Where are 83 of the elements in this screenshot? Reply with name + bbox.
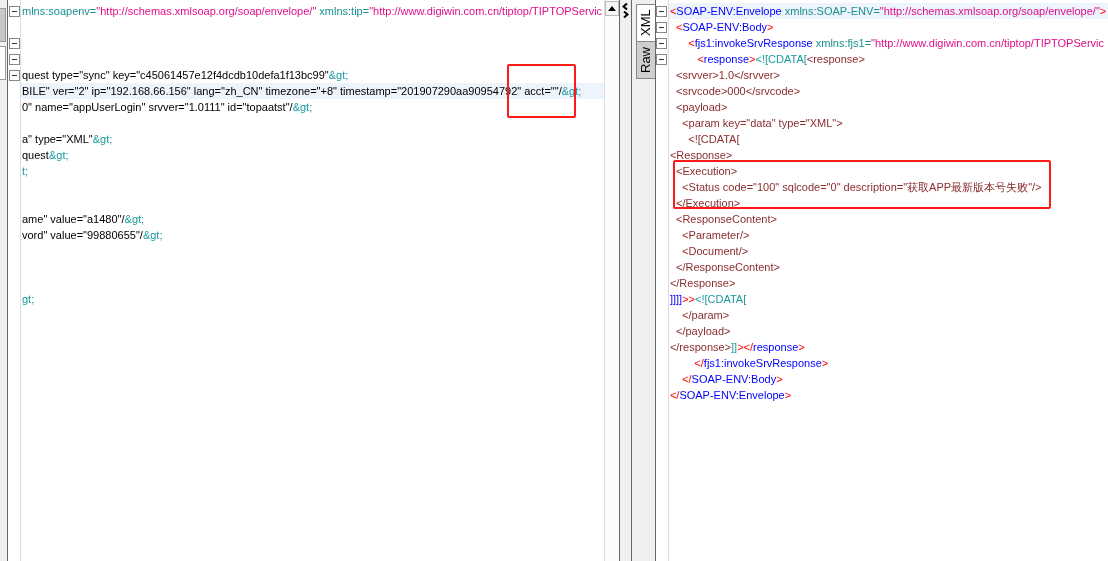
code-text: gt; [22, 293, 35, 305]
code-text: xmlns:tip= [318, 5, 370, 17]
code-text: </ [669, 389, 680, 401]
code-text: </ [681, 373, 692, 385]
code-text: < [687, 37, 695, 49]
code-text: &gt; [142, 229, 163, 241]
code-text: mlns:soapenv= [22, 5, 97, 17]
code-text: </Response> [669, 277, 736, 289]
code-text: <payload> [675, 101, 728, 113]
code-text: ]]]] [669, 293, 683, 305]
code-text: >> [682, 293, 695, 305]
code-text: fjs1:invokeSrvResponse [703, 357, 822, 369]
code-text: < [669, 5, 677, 17]
collapse-icon[interactable] [8, 69, 20, 81]
code-text: xmlns:fjs1= [814, 37, 872, 49]
code-text: "http://schemas.xmlsoap.org/soap/envelope/" [96, 5, 317, 17]
view-tab[interactable]: XML [635, 4, 655, 42]
code-text: < [696, 53, 704, 65]
collapse-icon[interactable] [656, 37, 668, 49]
code-text: ]] [731, 341, 738, 353]
code-text: 0" name="appUserLogin" srvver="1.0111" id="topaatst"/ [22, 101, 293, 113]
code-text: <Parameter/> [681, 229, 750, 241]
code-text: </Execution> [675, 197, 741, 209]
code-text: response [753, 341, 799, 353]
code-text: <ResponseContent> [675, 213, 777, 225]
code-text: SOAP-ENV:Body [682, 21, 767, 33]
collapse-icon[interactable] [656, 53, 668, 65]
code-text: < [675, 21, 683, 33]
code-text: </param> [681, 309, 730, 321]
collapse-left-icon[interactable] [621, 3, 629, 10]
code-text: vord" value="99880655"/ [22, 229, 143, 241]
code-text: > [798, 341, 805, 353]
code-text: &gt; [328, 69, 349, 81]
collapse-icon[interactable] [8, 53, 20, 65]
code-text: > [1099, 5, 1107, 17]
collapse-icon[interactable] [656, 5, 668, 17]
up-arrow-icon [607, 6, 616, 11]
code-text: > [776, 373, 783, 385]
code-text: <Response> [669, 149, 733, 161]
code-text: <Execution> [675, 165, 738, 177]
code-text: <![CDATA[ [695, 293, 747, 305]
code-text: > [749, 53, 756, 65]
code-text: t; [22, 165, 29, 177]
code-text: </ [693, 357, 704, 369]
code-text: response [703, 53, 750, 65]
code-text: "http://www.digiwin.com.cn/tiptop/TIPTOPServic [871, 37, 1104, 49]
code-text: ame" value="a1480"/ [22, 213, 125, 225]
code-text: <Status code="100" sqlcode="0" description="获取APP最新版本号失败"/> [681, 181, 1042, 193]
code-text: &gt; [124, 213, 145, 225]
code-text: </ResponseContent> [675, 261, 780, 273]
code-text: a" type="XML" [22, 133, 93, 145]
code-text: quest type="sync" key="c45061457e12f4dcdb10defa1f13bc99" [22, 69, 329, 81]
code-text: <Document/> [681, 245, 749, 257]
code-text: SOAP-ENV:Body [691, 373, 777, 385]
code-text: <srvcode>000</srvcode> [675, 85, 801, 97]
code-text: SOAP-ENV:Envelope [679, 389, 785, 401]
code-text: 2" acct=""/ [511, 85, 562, 97]
code-text: quest [22, 149, 49, 161]
collapse-icon[interactable] [8, 37, 20, 49]
code-text: SOAP-ENV:Envelope [676, 5, 782, 17]
expand-right-icon[interactable] [621, 11, 629, 18]
code-text: <param key="data" type="XML"> [681, 117, 843, 129]
code-text: > [821, 357, 829, 369]
code-text: > [784, 389, 792, 401]
collapse-icon[interactable] [8, 5, 20, 17]
code-text: &gt; [48, 149, 69, 161]
code-text: xmlns:SOAP-ENV= [783, 5, 880, 17]
scroll-up-button[interactable] [604, 1, 619, 16]
code-text: </response> [669, 341, 732, 353]
code-text: &gt; [92, 133, 113, 145]
code-text: "http://schemas.xmlsoap.org/soap/envelope/" [879, 5, 1100, 17]
code-text: > [767, 21, 774, 33]
code-text: <![CDATA[ [755, 53, 807, 65]
code-text: &gt; [292, 101, 313, 113]
code-text: fjs1:invokeSrvResponse [694, 37, 813, 49]
code-text: </payload> [675, 325, 731, 337]
collapse-icon[interactable] [656, 21, 668, 33]
code-text: ></ [737, 341, 754, 353]
code-text: <![CDATA[ [687, 133, 740, 145]
code-text: "http://www.digiwin.com.cn/tiptop/TIPTOPServic [369, 5, 603, 17]
view-tab[interactable]: Raw [635, 41, 655, 79]
code-text: <srvver>1.0</srvver> [675, 69, 780, 81]
code-text: <response> [806, 53, 865, 65]
